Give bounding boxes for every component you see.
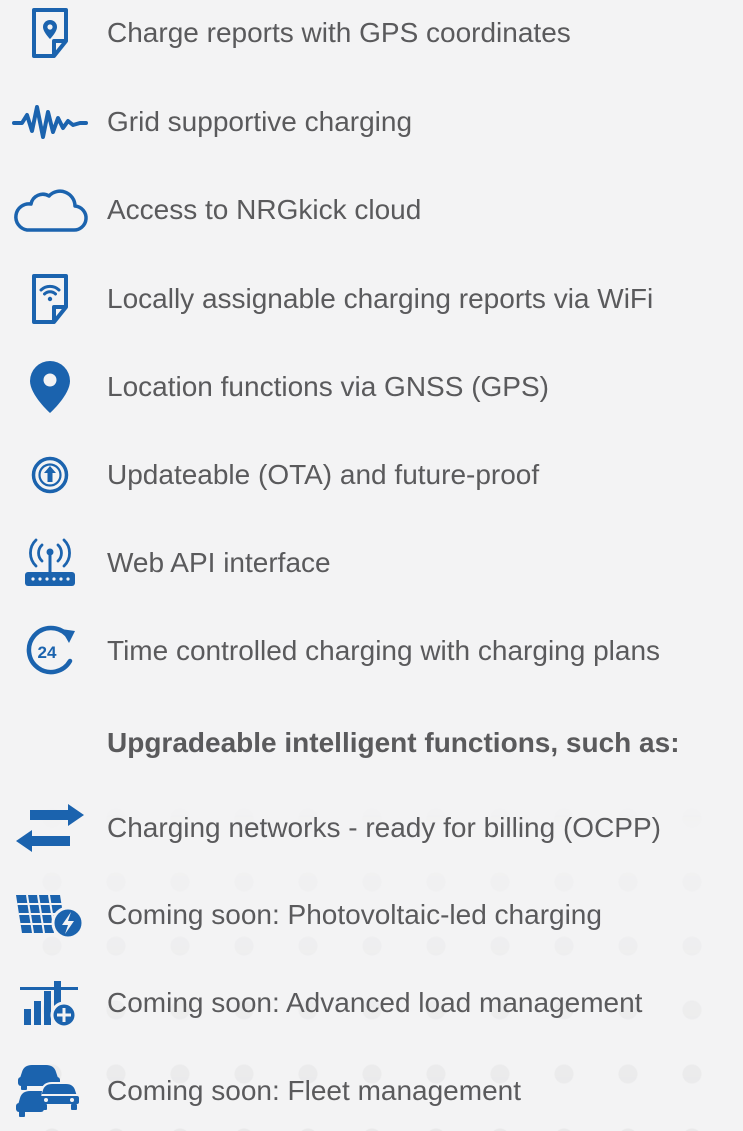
- upgradeable-heading: Upgradeable intelligent functions, such …: [107, 727, 680, 758]
- router-antenna-icon: [10, 533, 90, 593]
- feature-row-cloud: Access to NRGkick cloud: [0, 180, 743, 240]
- feature-row-ota-updates: Updateable (OTA) and future-proof: [0, 445, 743, 505]
- feature-label: Charge reports with GPS coordinates: [107, 17, 571, 48]
- feature-label: Grid supportive charging: [107, 106, 413, 137]
- swap-arrows-icon: [10, 798, 90, 858]
- feature-row-web-api: Web API interface: [0, 533, 743, 593]
- feature-row-fleet-management: Coming soon: Fleet management: [0, 1061, 743, 1121]
- clock-24-icon: 24: [10, 621, 90, 681]
- feature-label: Coming soon: Advanced load management: [107, 987, 643, 1018]
- feature-row-photovoltaic: Coming soon: Photovoltaic-led charging: [0, 885, 743, 945]
- feature-row-grid-charging: Grid supportive charging: [0, 92, 743, 152]
- feature-row-load-management: Coming soon: Advanced load management: [0, 973, 743, 1033]
- wifi-report-icon: [10, 269, 90, 329]
- feature-label: Time controlled charging with charging p…: [107, 635, 661, 666]
- feature-row-time-charging: 24 Time controlled charging with chargin…: [0, 621, 743, 681]
- grid-wave-icon: [10, 92, 90, 152]
- feature-label: Charging networks - ready for billing (O…: [107, 812, 661, 843]
- feature-row-gps-reports: Charge reports with GPS coordinates: [0, 3, 743, 63]
- load-bars-icon: [10, 973, 90, 1033]
- feature-label: Location functions via GNSS (GPS): [107, 371, 549, 402]
- feature-label: Access to NRGkick cloud: [107, 194, 422, 225]
- solar-panel-icon: [10, 885, 90, 945]
- fleet-cars-icon: [10, 1061, 90, 1121]
- feature-label: Updateable (OTA) and future-proof: [107, 459, 540, 490]
- feature-row-ocpp: Charging networks - ready for billing (O…: [0, 798, 743, 858]
- gps-report-icon: [10, 3, 90, 63]
- update-arrow-icon: [10, 445, 90, 505]
- feature-label: Web API interface: [107, 547, 331, 578]
- feature-label: Locally assignable charging reports via …: [107, 283, 654, 314]
- location-pin-icon: [10, 357, 90, 417]
- feature-label: Coming soon: Fleet management: [107, 1075, 521, 1106]
- clock-24-text: 24: [38, 643, 57, 662]
- cloud-icon: [10, 180, 90, 240]
- feature-row-wifi-reports: Locally assignable charging reports via …: [0, 269, 743, 329]
- feature-row-location: Location functions via GNSS (GPS): [0, 357, 743, 417]
- feature-label: Coming soon: Photovoltaic-led charging: [107, 899, 602, 930]
